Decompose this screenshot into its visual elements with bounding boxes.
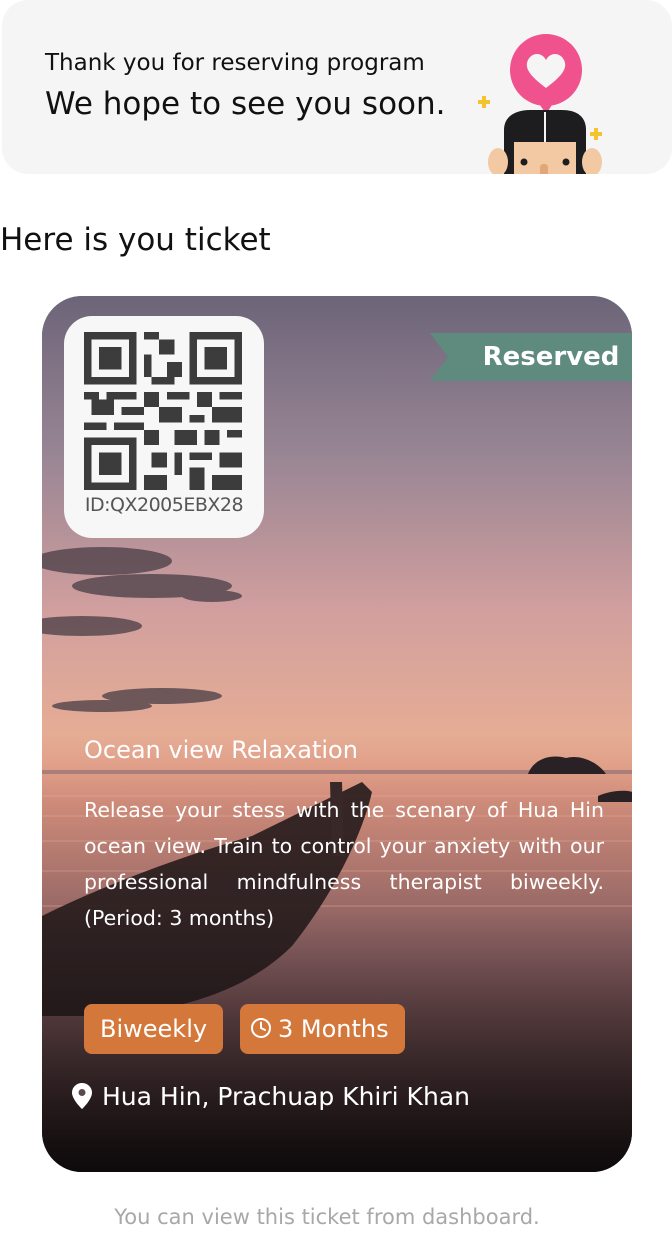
section-title: Here is you ticket [0,222,271,258]
clock-icon [251,1018,271,1038]
qr-code-image [84,332,242,490]
status-badge: Reserved [430,333,632,381]
program-description: Release your stess with the scenary of H… [84,798,604,930]
status-badge-label: Reserved [482,342,620,372]
ticket-card[interactable]: ID:QX2005EBX28 Reserved Ocean view Relax… [42,296,632,1172]
mascot-heart-illustration [478,34,602,174]
banner-subtitle: Thank you for reserving program [45,50,425,76]
frequency-tag-label: Biweekly [100,1015,208,1043]
footer-note: You can view this ticket from dashboard. [114,1205,540,1229]
duration-tag: 3 Months [240,1004,405,1054]
qr-code-card: ID:QX2005EBX28 [64,316,264,538]
duration-tag-label: 3 Months [278,1015,389,1043]
location-label: Hua Hin, Prachuap Khiri Khan [102,1082,470,1111]
banner-title: We hope to see you soon. [45,86,446,122]
location-pin-icon [72,1083,92,1109]
program-title: Ocean view Relaxation [84,736,358,764]
frequency-tag: Biweekly [84,1004,224,1054]
ticket-id: ID:QX2005EBX28 [84,494,244,516]
thank-you-banner: Thank you for reserving program We hope … [2,0,672,174]
